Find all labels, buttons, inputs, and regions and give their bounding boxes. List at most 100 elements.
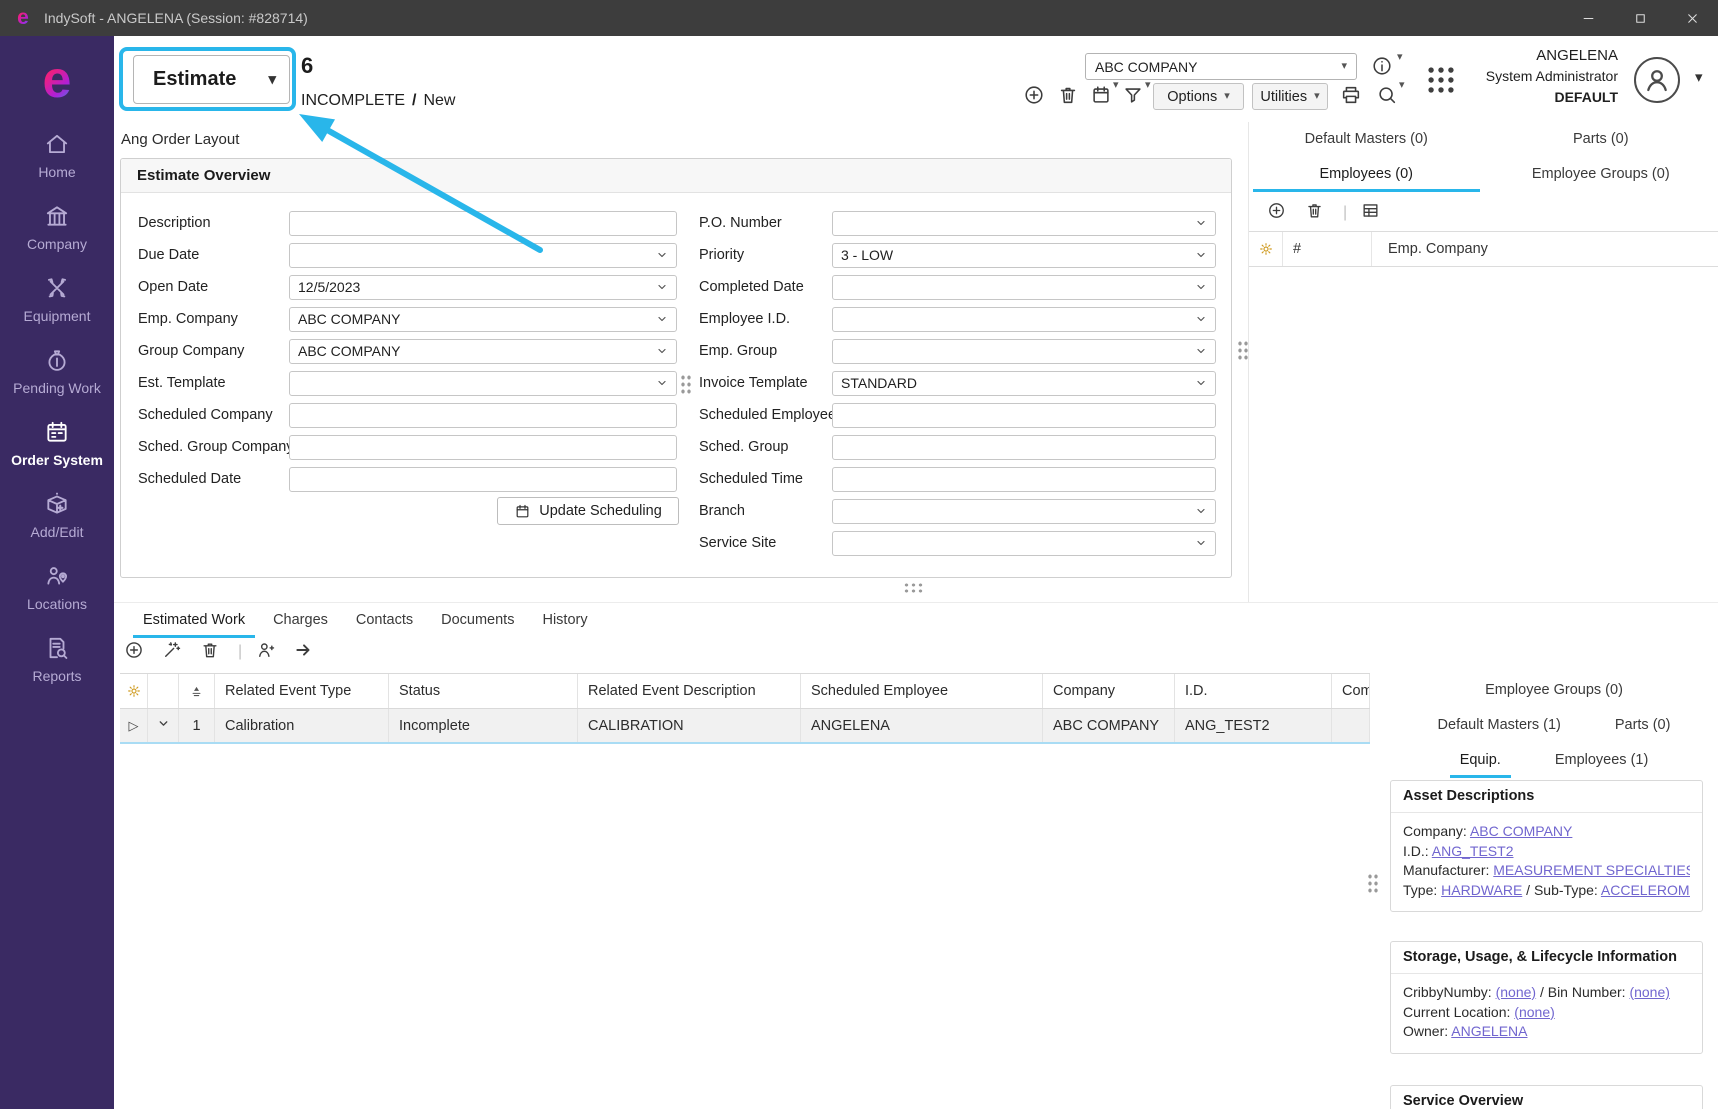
order-type-dropdown[interactable]: Estimate ▾ bbox=[133, 55, 290, 104]
work-wizard-button[interactable] bbox=[162, 640, 186, 664]
schedule-button[interactable] bbox=[1090, 84, 1114, 108]
work-add-button[interactable] bbox=[124, 640, 148, 664]
sidebar-item-reports[interactable]: Reports bbox=[0, 624, 114, 696]
masters-col-[interactable]: # bbox=[1283, 232, 1372, 266]
tab-default-masters-0[interactable]: Default Masters (0) bbox=[1249, 122, 1484, 157]
close-button[interactable] bbox=[1666, 0, 1718, 36]
search-caret-icon[interactable]: ▾ bbox=[1399, 80, 1405, 91]
work-col-com[interactable]: Com bbox=[1332, 674, 1370, 708]
detail-link[interactable]: ACCELEROMETER bbox=[1601, 882, 1690, 898]
tab-estimated-work[interactable]: Estimated Work bbox=[129, 603, 259, 638]
detail-link[interactable]: ANG_TEST2 bbox=[1432, 843, 1514, 859]
section-splitter-grip[interactable] bbox=[903, 582, 925, 594]
detail-link[interactable]: (none) bbox=[1496, 984, 1536, 1000]
masters-grid-view-button[interactable] bbox=[1361, 201, 1385, 225]
work-col-i-d[interactable]: I.D. bbox=[1175, 674, 1332, 708]
tab-employees-1[interactable]: Employees (1) bbox=[1541, 743, 1662, 778]
pending-work-icon bbox=[44, 347, 70, 373]
field-completed-date-select[interactable] bbox=[832, 275, 1216, 300]
update-scheduling-button[interactable]: Update Scheduling bbox=[497, 497, 679, 525]
filter-button[interactable] bbox=[1122, 84, 1146, 108]
tab-parts-0[interactable]: Parts (0) bbox=[1484, 122, 1718, 157]
field-sched-group-company-input[interactable] bbox=[289, 435, 677, 460]
field-emp-company-select[interactable]: ABC COMPANY bbox=[289, 307, 677, 332]
tab-equip[interactable]: Equip. bbox=[1446, 743, 1515, 778]
tab-employee-groups-0[interactable]: Employee Groups (0) bbox=[1471, 673, 1637, 708]
field-scheduled-time-input[interactable] bbox=[832, 467, 1216, 492]
maximize-button[interactable] bbox=[1614, 0, 1666, 36]
detail-link[interactable]: ABC COMPANY bbox=[1470, 823, 1572, 839]
user-menu-caret-icon[interactable]: ▾ bbox=[1695, 70, 1703, 85]
masters-col-emp-company[interactable]: Emp. Company bbox=[1372, 232, 1718, 266]
splitter-grip[interactable] bbox=[680, 374, 692, 396]
sidebar-item-pending-work[interactable]: Pending Work bbox=[0, 336, 114, 408]
app-grid-button[interactable] bbox=[1424, 63, 1458, 97]
field-row-open-date: Open Date12/5/2023 bbox=[121, 271, 691, 303]
info-dropdown-caret-icon[interactable]: ▾ bbox=[1397, 52, 1403, 63]
tab-charges[interactable]: Charges bbox=[259, 603, 342, 638]
detail-link[interactable]: (none) bbox=[1514, 1004, 1554, 1020]
schedule-caret-icon[interactable]: ▾ bbox=[1113, 80, 1119, 91]
work-delete-button[interactable] bbox=[200, 640, 224, 664]
user-avatar[interactable] bbox=[1634, 57, 1680, 103]
row-expander[interactable]: ▷ bbox=[120, 709, 148, 742]
sidebar-item-company[interactable]: Company bbox=[0, 192, 114, 264]
print-button[interactable] bbox=[1340, 84, 1364, 108]
sidebar-item-add-edit[interactable]: Add/Edit bbox=[0, 480, 114, 552]
tab-history[interactable]: History bbox=[528, 603, 601, 638]
detail-link[interactable]: HARDWARE bbox=[1441, 882, 1522, 898]
work-col-scheduled-employee[interactable]: Scheduled Employee bbox=[801, 674, 1043, 708]
field-scheduled-employee-input[interactable] bbox=[832, 403, 1216, 428]
sidebar-item-order-system[interactable]: Order System bbox=[0, 408, 114, 480]
field-row-scheduled-time: Scheduled Time bbox=[691, 463, 1231, 495]
field-employee-i-d-select[interactable] bbox=[832, 307, 1216, 332]
options-button[interactable]: Options ▾ bbox=[1153, 83, 1244, 110]
minimize-button[interactable] bbox=[1562, 0, 1614, 36]
field-due-date-select[interactable] bbox=[289, 243, 677, 268]
tab-default-masters-1[interactable]: Default Masters (1) bbox=[1424, 708, 1575, 743]
field-service-site-select[interactable] bbox=[832, 531, 1216, 556]
utilities-button[interactable]: Utilities ▾ bbox=[1252, 83, 1328, 110]
masters-delete-button[interactable] bbox=[1305, 201, 1329, 225]
sidebar-item-home[interactable]: Home bbox=[0, 120, 114, 192]
field-est-template-select[interactable] bbox=[289, 371, 677, 396]
company-selector[interactable]: ABC COMPANY ▾ bbox=[1085, 53, 1357, 80]
work-col-sort[interactable] bbox=[179, 674, 215, 708]
field-priority-select[interactable]: 3 - LOW bbox=[832, 243, 1216, 268]
work-forward-button[interactable] bbox=[294, 640, 318, 664]
sidebar-item-locations[interactable]: Locations bbox=[0, 552, 114, 624]
field-open-date-select[interactable]: 12/5/2023 bbox=[289, 275, 677, 300]
field-scheduled-company-input[interactable] bbox=[289, 403, 677, 428]
row-dropdown[interactable] bbox=[148, 709, 179, 742]
tab-contacts[interactable]: Contacts bbox=[342, 603, 427, 638]
delete-order-button[interactable] bbox=[1057, 84, 1081, 108]
filter-caret-icon[interactable]: ▾ bbox=[1145, 80, 1151, 91]
work-col-related-event-type[interactable]: Related Event Type bbox=[215, 674, 389, 708]
work-col-related-event-description[interactable]: Related Event Description bbox=[578, 674, 801, 708]
detail-link[interactable]: ANGELENA bbox=[1451, 1023, 1527, 1039]
field-p-o-number-select[interactable] bbox=[832, 211, 1216, 236]
work-assign-employee-button[interactable] bbox=[256, 640, 280, 664]
tab-employee-groups-0[interactable]: Employee Groups (0) bbox=[1484, 157, 1718, 192]
field-invoice-template-select[interactable]: STANDARD bbox=[832, 371, 1216, 396]
work-col-status[interactable]: Status bbox=[389, 674, 578, 708]
tab-employees-0[interactable]: Employees (0) bbox=[1249, 157, 1484, 192]
tab-parts-0[interactable]: Parts (0) bbox=[1601, 708, 1685, 743]
field-emp-group-select[interactable] bbox=[832, 339, 1216, 364]
field-sched-group-input[interactable] bbox=[832, 435, 1216, 460]
field-group-company-select[interactable]: ABC COMPANY bbox=[289, 339, 677, 364]
tab-documents[interactable]: Documents bbox=[427, 603, 528, 638]
masters-add-button[interactable] bbox=[1267, 201, 1291, 225]
detail-splitter-grip[interactable] bbox=[1367, 873, 1379, 895]
field-branch-select[interactable] bbox=[832, 499, 1216, 524]
add-order-button[interactable] bbox=[1023, 84, 1047, 108]
search-button[interactable] bbox=[1376, 84, 1400, 108]
field-description-input[interactable] bbox=[289, 211, 677, 236]
field-scheduled-date-input[interactable] bbox=[289, 467, 677, 492]
sidebar-item-equipment[interactable]: Equipment bbox=[0, 264, 114, 336]
info-button[interactable] bbox=[1371, 55, 1395, 79]
detail-link[interactable]: MEASUREMENT SPECIALTIES bbox=[1493, 862, 1690, 878]
table-row[interactable]: ▷1CalibrationIncompleteCALIBRATIONANGELE… bbox=[120, 709, 1370, 744]
work-col-company[interactable]: Company bbox=[1043, 674, 1175, 708]
detail-link[interactable]: (none) bbox=[1629, 984, 1669, 1000]
